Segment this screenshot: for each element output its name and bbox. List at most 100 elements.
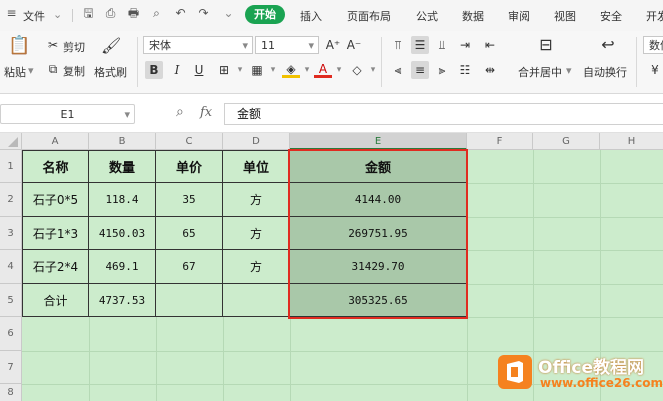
cell-c1[interactable]: 单价 (156, 151, 223, 183)
cell-a4[interactable]: 石子2*4 (23, 250, 89, 284)
row-header-4[interactable]: 4 (0, 250, 22, 284)
paste-dropdown-icon[interactable]: ▾ (28, 64, 34, 77)
cell-a3[interactable]: 石子1*3 (23, 217, 89, 250)
column-header-b[interactable]: B (89, 133, 156, 150)
tab-security[interactable]: 安全 (600, 8, 622, 24)
cell-c2[interactable]: 35 (156, 183, 223, 217)
row-header-2[interactable]: 2 (0, 183, 22, 217)
file-menu[interactable]: 文件 (23, 8, 45, 24)
cell-a1[interactable]: 名称 (23, 151, 89, 183)
undo-icon[interactable]: ↶ (174, 7, 187, 20)
tab-insert[interactable]: 插入 (300, 8, 322, 24)
row-header-8[interactable]: 8 (0, 384, 22, 401)
export-pdf-icon[interactable]: ⎙ (104, 7, 117, 20)
cell-e5[interactable]: 305325.65 (290, 284, 467, 317)
wrap-text-icon[interactable]: ↩ (597, 36, 619, 54)
row-header-6[interactable]: 6 (0, 317, 22, 351)
name-box[interactable]: E1 ▾ (0, 104, 135, 124)
cell-c3[interactable]: 65 (156, 217, 223, 250)
underline-button[interactable]: U (190, 61, 208, 79)
cell-a2[interactable]: 石子0*5 (23, 183, 89, 217)
bold-button[interactable]: B (145, 61, 163, 79)
column-header-a[interactable]: A (22, 133, 89, 150)
row-header-7[interactable]: 7 (0, 351, 22, 384)
decrease-font-icon[interactable]: A⁻ (345, 36, 363, 54)
align-center-icon[interactable]: ≡ (411, 61, 429, 79)
wrap-text-button[interactable]: 自动换行 (583, 64, 627, 80)
column-header-f[interactable]: F (467, 133, 533, 150)
column-header-g[interactable]: G (533, 133, 600, 150)
scissors-icon[interactable]: ✂ (44, 36, 62, 54)
chevron-down-icon[interactable]: ▾ (330, 61, 348, 79)
font-size-select[interactable]: 11 ▾ (255, 36, 319, 54)
copy-icon[interactable]: ⧉ (44, 60, 62, 78)
cell-b2[interactable]: 118.4 (89, 183, 156, 217)
cell-d4[interactable]: 方 (223, 250, 290, 284)
column-header-e[interactable]: E (290, 133, 467, 150)
print-preview-icon[interactable]: ⌕ (150, 7, 163, 20)
column-header-c[interactable]: C (156, 133, 223, 150)
paste-button[interactable]: 粘贴 (4, 64, 26, 80)
tab-home[interactable]: 开始 (245, 5, 285, 24)
font-name-select[interactable]: 宋体 ▾ (143, 36, 253, 54)
fx-icon[interactable]: fx (200, 105, 212, 120)
cell-e2[interactable]: 4144.00 (290, 183, 467, 217)
tab-developer[interactable]: 开发 (646, 8, 663, 24)
merge-dropdown-icon[interactable]: ▾ (566, 64, 572, 77)
save-icon[interactable]: 🖫 (82, 7, 95, 20)
increase-font-icon[interactable]: A⁺ (324, 36, 342, 54)
zoom-formula-icon[interactable]: ⌕ (176, 104, 184, 120)
file-dropdown-icon[interactable]: ⌄ (53, 8, 62, 21)
merge-center-button[interactable]: 合并居中 (518, 64, 562, 80)
chevron-down-icon[interactable]: ▾ (231, 61, 249, 79)
align-top-icon[interactable]: ⫪ (389, 36, 407, 54)
align-middle-icon[interactable]: ☰ (411, 36, 429, 54)
cell-e3[interactable]: 269751.95 (290, 217, 467, 250)
chevron-down-icon[interactable]: ▾ (364, 61, 382, 79)
distribute-icon[interactable]: ⇹ (481, 61, 499, 79)
tab-view[interactable]: 视图 (554, 8, 576, 24)
percent-icon[interactable]: ¥ (646, 61, 663, 79)
copy-button[interactable]: 复制 (63, 63, 85, 79)
cell-b3[interactable]: 4150.03 (89, 217, 156, 250)
row-header-1[interactable]: 1 (0, 150, 22, 183)
paste-icon[interactable]: 📋 (8, 37, 30, 59)
tab-page-layout[interactable]: 页面布局 (347, 8, 391, 24)
cell-d3[interactable]: 方 (223, 217, 290, 250)
quick-access-dropdown-icon[interactable]: ⌄ (222, 7, 235, 20)
column-header-d[interactable]: D (223, 133, 290, 150)
outdent-icon[interactable]: ⇤ (481, 36, 499, 54)
cell-b1[interactable]: 数量 (89, 151, 156, 183)
number-format-select[interactable]: 数值 (643, 36, 663, 54)
cell-c4[interactable]: 67 (156, 250, 223, 284)
tab-review[interactable]: 审阅 (508, 8, 530, 24)
select-all-corner[interactable] (0, 133, 22, 150)
cell-a5[interactable]: 合计 (23, 284, 89, 317)
format-painter-icon[interactable]: 🖌 (101, 37, 121, 55)
column-header-h[interactable]: H (600, 133, 663, 150)
cell-e1[interactable]: 金额 (290, 151, 467, 183)
redo-icon[interactable]: ↷ (197, 7, 210, 20)
cell-b5[interactable]: 4737.53 (89, 284, 156, 317)
cell-d2[interactable]: 方 (223, 183, 290, 217)
cell-d1[interactable]: 单位 (223, 151, 290, 183)
align-bottom-icon[interactable]: ⫫ (433, 36, 451, 54)
align-left-icon[interactable]: ⫷ (389, 61, 407, 79)
cell-d5[interactable] (223, 284, 290, 317)
print-icon[interactable]: 🖶 (127, 7, 140, 20)
italic-button[interactable]: I (168, 61, 186, 79)
row-header-3[interactable]: 3 (0, 217, 22, 250)
justify-icon[interactable]: ☷ (456, 61, 474, 79)
hamburger-menu-icon[interactable]: ≡ (5, 7, 18, 20)
cut-button[interactable]: 剪切 (63, 39, 85, 55)
cell-b4[interactable]: 469.1 (89, 250, 156, 284)
tab-formulas[interactable]: 公式 (416, 8, 438, 24)
indent-icon[interactable]: ⇥ (456, 36, 474, 54)
format-painter-button[interactable]: 格式刷 (94, 64, 127, 80)
merge-center-icon[interactable]: ⊟ (535, 36, 557, 54)
cell-e4[interactable]: 31429.70 (290, 250, 467, 284)
formula-input[interactable]: 金额 (224, 103, 663, 125)
align-right-icon[interactable]: ⫸ (433, 61, 451, 79)
chevron-down-icon[interactable]: ▾ (264, 61, 282, 79)
cell-c5[interactable] (156, 284, 223, 317)
